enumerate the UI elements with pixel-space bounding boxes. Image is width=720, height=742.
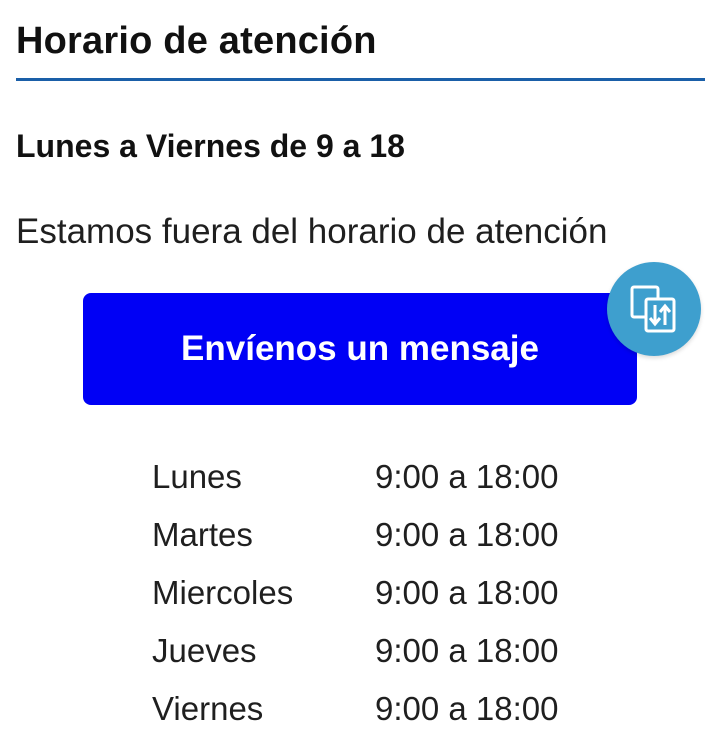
send-message-button-label: Envíenos un mensaje: [181, 329, 539, 368]
hours-time: 9:00 a 18:00: [375, 632, 559, 669]
hours-row: Martes 9:00 a 18:00: [152, 506, 592, 564]
swap-screen-icon: [630, 285, 676, 333]
hours-day: Miercoles: [152, 574, 294, 611]
business-hours-page: Horario de atención Lunes a Viernes de 9…: [0, 0, 720, 742]
status-message: Estamos fuera del horario de atención: [16, 212, 608, 251]
hours-row: Miercoles 9:00 a 18:00: [152, 564, 592, 622]
hours-time: 9:00 a 18:00: [375, 458, 559, 495]
hours-row: Jueves 9:00 a 18:00: [152, 622, 592, 680]
hours-day: Martes: [152, 516, 253, 553]
hours-time: 9:00 a 18:00: [375, 516, 559, 553]
hours-day: Lunes: [152, 458, 242, 495]
hours-row: Viernes 9:00 a 18:00: [152, 680, 592, 738]
send-message-button[interactable]: Envíenos un mensaje: [83, 293, 637, 405]
page-title: Horario de atención: [16, 20, 377, 62]
hours-table: Lunes 9:00 a 18:00 Martes 9:00 a 18:00 M…: [152, 448, 592, 738]
hours-day: Jueves: [152, 632, 257, 669]
hours-time: 9:00 a 18:00: [375, 690, 559, 727]
hours-day: Viernes: [152, 690, 264, 727]
floating-action-button[interactable]: [607, 262, 701, 356]
hours-row: Lunes 9:00 a 18:00: [152, 448, 592, 506]
schedule-summary: Lunes a Viernes de 9 a 18: [16, 128, 405, 164]
title-divider: [16, 78, 705, 81]
hours-time: 9:00 a 18:00: [375, 574, 559, 611]
